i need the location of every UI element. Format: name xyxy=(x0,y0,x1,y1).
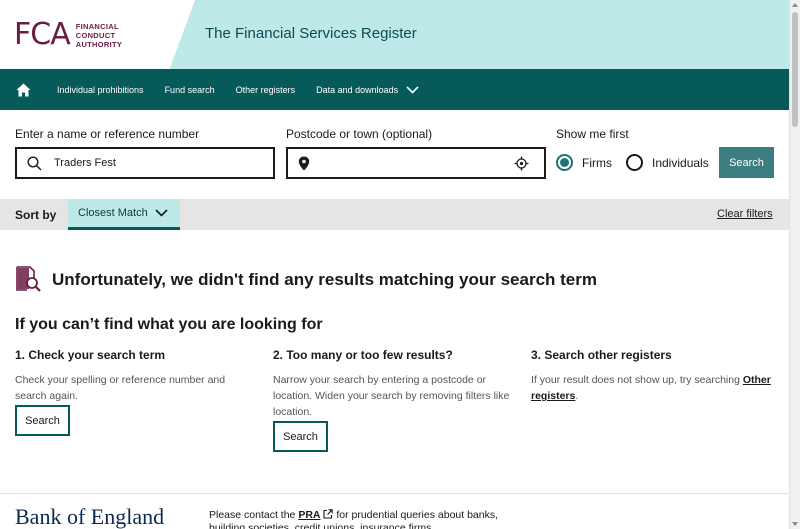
bank-of-england-logo[interactable]: Bank of England xyxy=(15,504,164,529)
search-button-secondary[interactable]: Search xyxy=(15,405,70,436)
scroll-down-arrow-icon[interactable] xyxy=(792,522,798,526)
postcode-search-field[interactable] xyxy=(286,147,546,179)
name-search-field[interactable] xyxy=(15,147,275,179)
sort-select-value: Closest Match xyxy=(78,207,148,219)
nav-home-button[interactable] xyxy=(0,69,46,110)
logo-mark: FCA xyxy=(14,17,71,52)
search-input[interactable] xyxy=(54,149,244,177)
chevron-down-icon xyxy=(155,209,168,217)
scroll-up-arrow-icon[interactable] xyxy=(792,3,798,7)
no-results-title: Unfortunately, we didn't find any result… xyxy=(52,270,597,289)
site-title[interactable]: The Financial Services Register xyxy=(205,25,417,42)
sort-by-label: Sort by xyxy=(15,208,57,222)
help-column-text: Check your spelling or reference number … xyxy=(15,374,226,402)
search-icon xyxy=(27,155,42,170)
fca-logo[interactable]: FCA FINANCIAL CONDUCT AUTHORITY xyxy=(14,20,122,50)
sort-bar: Sort by Closest Match xyxy=(0,199,789,230)
help-column-text: If your result does not show up, try sea… xyxy=(531,372,776,404)
clear-filters-link[interactable]: Clear filters xyxy=(717,208,773,220)
nav-item-fund-search[interactable]: Fund search xyxy=(165,85,215,95)
pra-link[interactable]: PRA xyxy=(298,509,320,521)
main-nav: Individual prohibitions Fund search Othe… xyxy=(0,69,789,110)
postcode-label: Postcode or town (optional) xyxy=(286,127,433,141)
logo-text: FINANCIAL CONDUCT AUTHORITY xyxy=(76,20,122,49)
footer-divider xyxy=(0,493,789,494)
site-header: FCA FINANCIAL CONDUCT AUTHORITY The Fina… xyxy=(0,0,789,69)
postcode-input[interactable] xyxy=(318,149,508,177)
radio-firms[interactable] xyxy=(556,154,573,171)
help-title: If you can’t find what you are looking f… xyxy=(15,316,323,333)
help-column-other-registers: 3. Search other registers If your result… xyxy=(531,348,776,404)
help-column-text: Narrow your search by entering a postcod… xyxy=(273,374,510,418)
chevron-down-icon xyxy=(406,85,419,94)
nav-item-data-and-downloads[interactable]: Data and downloads xyxy=(316,85,419,95)
help-column-title: 1. Check your search term xyxy=(15,348,166,362)
search-button-secondary[interactable]: Search xyxy=(273,421,328,452)
nav-item-other-registers[interactable]: Other registers xyxy=(236,85,296,95)
scroll-thumb[interactable] xyxy=(792,12,798,127)
crosshair-locate-icon[interactable] xyxy=(514,156,529,171)
pra-text-before: Please contact the xyxy=(209,509,299,521)
radio-individuals[interactable] xyxy=(626,154,643,171)
logo-line: AUTHORITY xyxy=(75,40,123,49)
nav-item-label: Data and downloads xyxy=(316,84,399,95)
pra-contact-text: Please contact the PRA for prudential qu… xyxy=(209,509,509,529)
sort-select[interactable]: Closest Match xyxy=(68,199,180,230)
page-scrollbar[interactable] xyxy=(789,0,800,529)
location-pin-icon xyxy=(298,156,310,170)
home-icon xyxy=(16,83,30,96)
help-text-after: . xyxy=(575,390,579,402)
external-link-icon xyxy=(323,509,334,519)
show-me-first-label: Show me first xyxy=(556,127,629,141)
help-text-before: If your result does not show up, try sea… xyxy=(531,374,743,386)
search-button[interactable]: Search xyxy=(719,147,774,178)
nav-item-individual-prohibitions[interactable]: Individual prohibitions xyxy=(57,85,144,95)
help-column-check-term: 1. Check your search term Check your spe… xyxy=(15,348,255,404)
radio-individuals-label[interactable]: Individuals xyxy=(652,156,709,170)
logo-line: CONDUCT xyxy=(75,31,116,40)
name-label: Enter a name or reference number xyxy=(15,127,200,141)
radio-firms-label[interactable]: Firms xyxy=(582,156,612,170)
help-column-title: 3. Search other registers xyxy=(531,348,672,362)
help-column-too-many-results: 2. Too many or too few results? Narrow y… xyxy=(273,348,518,420)
help-column-title: 2. Too many or too few results? xyxy=(273,348,453,362)
no-results-document-search-icon xyxy=(16,266,41,292)
logo-line: FINANCIAL xyxy=(75,22,119,31)
